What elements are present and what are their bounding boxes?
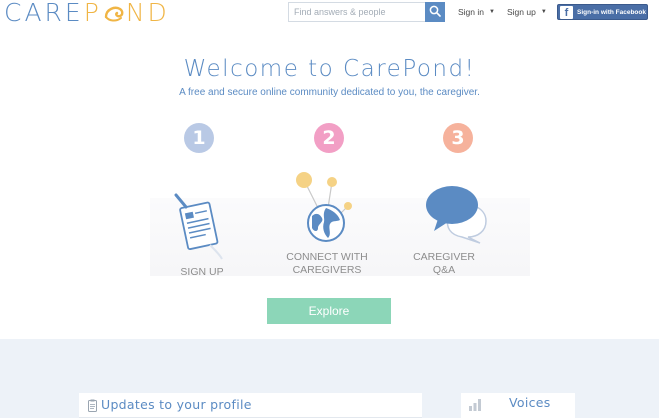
- voices-title: Voices: [509, 395, 551, 410]
- voices-panel: Voices: [461, 393, 575, 418]
- carepond-logo[interactable]: CARE P ND: [4, 0, 170, 26]
- step-1-label-line1: SIGN UP: [180, 266, 224, 278]
- explore-button[interactable]: Explore: [267, 298, 391, 324]
- page-subtitle: A free and secure online community dedic…: [179, 87, 480, 98]
- logo-text-nd: ND: [125, 0, 170, 27]
- logo-text-care: CARE: [4, 0, 84, 27]
- step-1-label: SIGN UP: [160, 266, 244, 279]
- logo-text-p: P: [83, 0, 102, 27]
- signup-document-icon[interactable]: [170, 193, 226, 266]
- facebook-signin-label: Sign-in with Facebook: [577, 8, 646, 16]
- signin-menu[interactable]: Sign in ▼: [458, 7, 495, 17]
- step-3-label: CAREGIVER Q&A: [408, 251, 480, 277]
- step-2-number: 2: [314, 123, 344, 153]
- signup-menu[interactable]: Sign up ▼: [507, 7, 547, 17]
- step-1-number: 1: [184, 123, 214, 153]
- caret-down-icon: ▼: [489, 9, 495, 15]
- signin-label: Sign in: [458, 7, 484, 17]
- signup-label: Sign up: [507, 7, 536, 17]
- search-icon: [429, 5, 441, 20]
- page-title: Welcome to CarePond!: [183, 56, 476, 82]
- updates-title: Updates to your profile: [101, 397, 252, 412]
- speech-bubbles-icon[interactable]: [424, 183, 492, 250]
- step-2-label-line1: CONNECT WITH: [286, 251, 368, 263]
- search-input[interactable]: [288, 2, 425, 22]
- step-3-label-line1: CAREGIVER: [413, 251, 475, 263]
- bar-chart-icon: [468, 397, 482, 411]
- clipboard-icon: [88, 399, 97, 412]
- search-button[interactable]: [425, 2, 445, 22]
- step-3-number: 3: [443, 123, 473, 153]
- step-2-label: CONNECT WITH CAREGIVERS: [270, 251, 384, 277]
- globe-pins-icon[interactable]: [288, 168, 360, 251]
- facebook-icon: f: [560, 5, 573, 19]
- search-bar: [288, 2, 445, 22]
- caret-down-icon: ▼: [540, 9, 547, 15]
- logo-swirl-icon: [103, 3, 125, 25]
- step-2-label-line2: CAREGIVERS: [292, 264, 362, 276]
- updates-panel: Updates to your profile: [79, 393, 422, 418]
- step-3-label-line2: Q&A: [432, 264, 456, 276]
- facebook-signin-button[interactable]: f Sign-in with Facebook: [557, 4, 648, 20]
